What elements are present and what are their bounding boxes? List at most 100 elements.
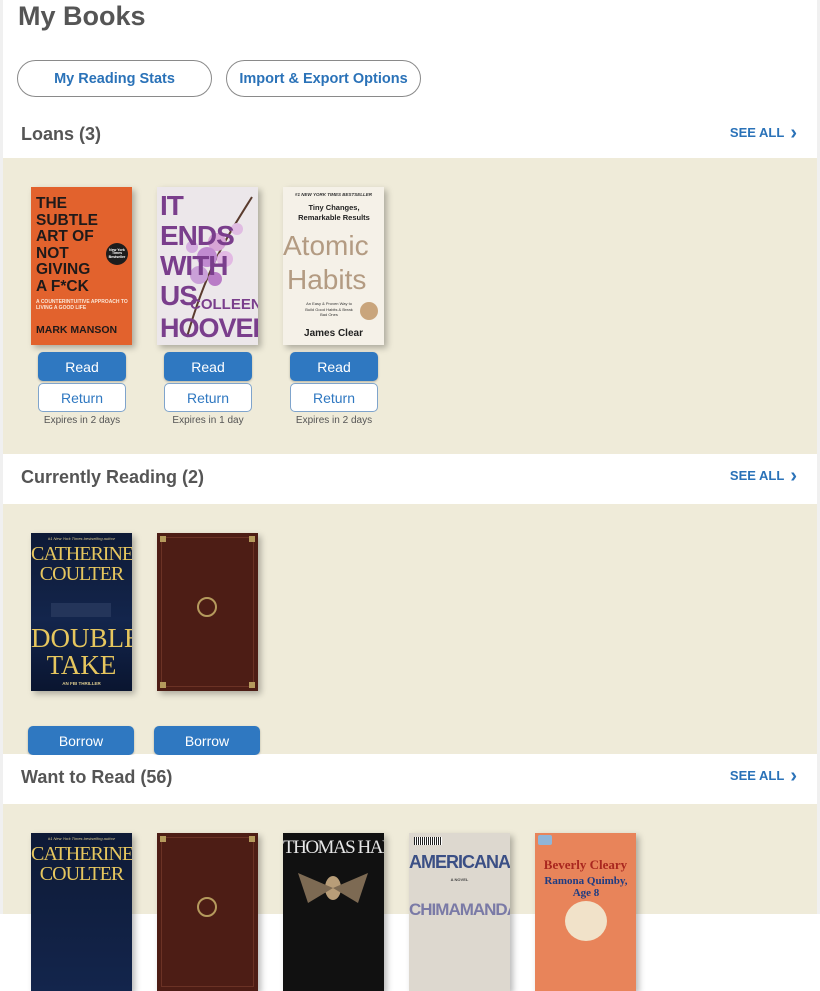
cover-tagline: An Easy & Proven Way to Build Good Habit… [305,301,353,317]
want-to-read-section-title: Want to Read (56) [21,767,173,787]
chevron-right-icon: › [790,464,797,487]
cover-top-line: #1 NEW YORK TIMES BESTSELLER [295,192,372,197]
import-export-options-button[interactable]: Import & Export Options [226,60,421,97]
cover-title-line: Atomic [283,230,369,261]
currently-reading-book-2: Borrow [154,533,261,755]
book-cover[interactable]: THE SUBTLE ART OF NOT GIVING A F*CK New … [31,187,132,345]
expiry-text: Expires in 2 days [43,415,121,426]
loan-book-2: IT ENDS WITH US COLLEEN HOOVER Read Retu… [157,187,261,426]
see-all-label: SEE ALL [729,768,785,783]
cover-title-line: NOT [36,244,69,262]
cover-title-line: WITH [160,250,229,281]
return-button[interactable]: Return [38,383,126,412]
cover-author-line: COULTER [39,863,124,885]
book-cover[interactable]: #1 New York Times bestselling author CAT… [31,533,132,691]
book-cover[interactable]: THOMAS HARRIS [283,833,384,991]
want-to-read-book-2 [157,833,261,991]
currently-reading-section-title: Currently Reading (2) [21,467,205,487]
book-cover[interactable]: #1 New York Times bestselling author CAT… [31,833,132,991]
book-cover[interactable] [157,833,258,991]
cover-illustration [51,603,111,617]
corner-ornament [249,536,255,542]
read-button[interactable]: Read [164,352,252,381]
cover-author: Beverly Cleary [543,857,628,872]
emblem-icon [197,597,217,617]
want-to-read-book-1: #1 New York Times bestselling author CAT… [31,833,135,991]
cover-title-line: TAKE [46,650,117,680]
want-to-read-see-all-link[interactable]: SEE ALL › [729,764,797,787]
corner-ornament [160,536,166,542]
cover-title-line: DOUBLE [31,623,132,653]
expiry-text: Expires in 1 day [172,415,244,426]
cover-subtitle: A COUNTERINTUITIVE APPROACH TO LIVING A … [36,299,128,311]
cover-author: COLLEEN [190,296,258,313]
moth-icon [298,873,368,903]
book-cover[interactable]: #1 NEW YORK TIMES BESTSELLER Tiny Change… [283,187,384,345]
book-cover[interactable] [157,533,258,691]
cover-title-line: THE [36,195,67,212]
currently-reading-section-header: Currently Reading (2) SEE ALL › [3,455,817,501]
chevron-right-icon: › [790,764,797,787]
cover-subtitle: Tiny Changes, Remarkable Results [298,203,370,222]
emblem-icon [197,897,217,917]
borrow-button[interactable]: Borrow [28,726,134,755]
corner-ornament [249,682,255,688]
page-title: My Books [18,1,146,31]
cover-author: HOOVER [160,313,258,343]
read-button[interactable]: Read [38,352,126,381]
cover-title: Ramona Quimby, Age 8 [544,875,628,899]
cover-subtitle: AN FBI THRILLER [62,681,101,686]
book-cover[interactable]: IT ENDS WITH US COLLEEN HOOVER [157,187,258,345]
expiry-text: Expires in 2 days [295,415,373,426]
corner-ornament [160,836,166,842]
cover-top-line: #1 New York Times bestselling author [47,836,116,841]
see-all-label: SEE ALL [729,125,785,140]
cover-author-line: CATHERINE [31,543,132,565]
my-reading-stats-button[interactable]: My Reading Stats [17,60,212,97]
loans-section-title: Loans (3) [21,124,102,144]
cover-title-line: GIVING [36,261,91,278]
cover-author: THOMAS HARRIS [283,837,384,858]
cover-author: MARK MANSON [36,324,118,336]
want-to-read-section-header: Want to Read (56) SEE ALL › [3,755,817,801]
corner-ornament [249,836,255,842]
chevron-right-icon: › [790,121,797,144]
cover-author: James Clear [304,328,363,339]
cover-title: AMERICANAH [409,852,510,872]
loan-book-3: #1 NEW YORK TIMES BESTSELLER Tiny Change… [283,187,387,426]
bestseller-badge: New York Times Bestseller [106,243,128,265]
cover-title-line: SUBTLE [36,211,98,229]
cover-author-line: CATHERINE [31,843,132,865]
read-button[interactable]: Read [290,352,378,381]
barcode-icon [414,837,442,845]
cover-badge [360,302,378,320]
cover-author-line: COULTER [39,563,124,585]
currently-reading-shelf: #1 New York Times bestselling author CAT… [3,504,817,755]
currently-reading-book-1: #1 New York Times bestselling author CAT… [28,533,135,755]
cover-title-line: Habits [287,264,367,295]
loans-see-all-link[interactable]: SEE ALL › [729,121,797,144]
see-all-label: SEE ALL [729,468,785,483]
book-cover[interactable]: Beverly Cleary Ramona Quimby, Age 8 [535,833,636,991]
corner-ornament [160,682,166,688]
return-button[interactable]: Return [164,383,252,412]
currently-reading-see-all-link[interactable]: SEE ALL › [729,464,797,487]
book-cover[interactable]: AMERICANAH A NOVEL CHIMAMANDA [409,833,510,991]
borrow-button[interactable]: Borrow [154,726,260,755]
cover-title-line: A F*CK [36,277,89,295]
want-to-read-book-3: THOMAS HARRIS [283,833,387,991]
cover-title-line: IT ENDS [160,190,235,251]
want-to-read-shelf: #1 New York Times bestselling author CAT… [3,804,817,991]
loans-shelf: THE SUBTLE ART OF NOT GIVING A F*CK New … [3,158,817,454]
loans-section-header: Loans (3) SEE ALL › [3,112,817,158]
return-button[interactable]: Return [290,383,378,412]
cover-top-line: #1 New York Times bestselling author [47,536,116,541]
cover-subtitle: A NOVEL [450,877,469,882]
want-to-read-book-5: Beverly Cleary Ramona Quimby, Age 8 [535,833,639,991]
want-to-read-book-4: AMERICANAH A NOVEL CHIMAMANDA [409,833,513,991]
cover-title-line: ART OF [36,228,94,245]
cover-author: CHIMAMANDA [409,900,510,919]
cover-illustration [565,901,607,941]
publisher-logo [538,835,552,845]
loan-book-1: THE SUBTLE ART OF NOT GIVING A F*CK New … [31,187,135,426]
